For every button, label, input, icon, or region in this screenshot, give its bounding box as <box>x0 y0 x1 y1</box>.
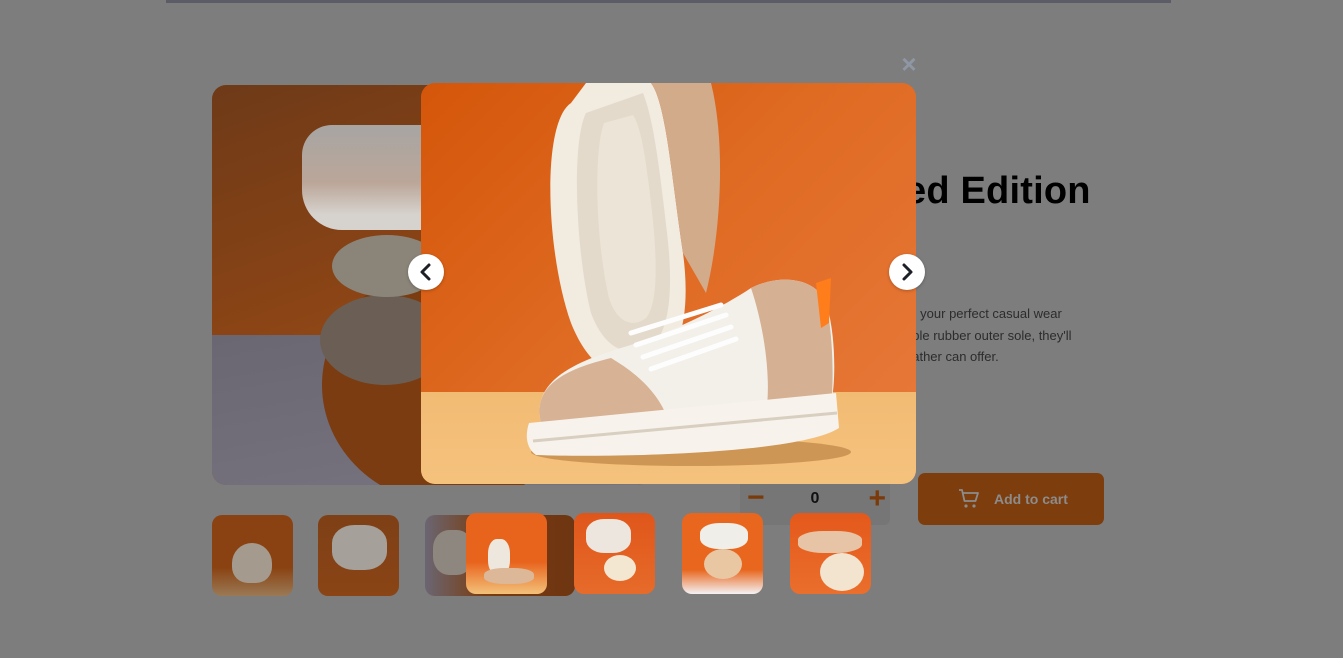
lightbox-thumbnail-1[interactable] <box>466 513 547 594</box>
chevron-left-icon <box>420 263 431 281</box>
top-edge-bar <box>166 0 1171 3</box>
product-title: ed Edition <box>905 170 1091 212</box>
chevron-right-icon <box>902 263 913 281</box>
prev-image-button[interactable] <box>408 254 444 290</box>
next-image-button[interactable] <box>889 254 925 290</box>
lightbox-thumbnail-4[interactable] <box>790 513 871 594</box>
add-to-cart-button[interactable]: Add to cart <box>918 473 1104 525</box>
lightbox-main-image <box>421 83 916 484</box>
lightbox-thumbnail-2[interactable] <box>574 513 655 594</box>
add-to-cart-label: Add to cart <box>994 491 1068 507</box>
plus-icon[interactable]: + <box>868 484 886 514</box>
lightbox-thumbnail-3[interactable] <box>682 513 763 594</box>
close-icon[interactable]: × <box>898 51 920 77</box>
lightbox-shoes-illustration <box>526 83 839 456</box>
background-thumbnail-2 <box>318 515 399 596</box>
cart-icon <box>959 489 979 508</box>
product-description: re your perfect casual wear able rubber … <box>905 306 1072 364</box>
background-thumbnail-1 <box>212 515 293 596</box>
